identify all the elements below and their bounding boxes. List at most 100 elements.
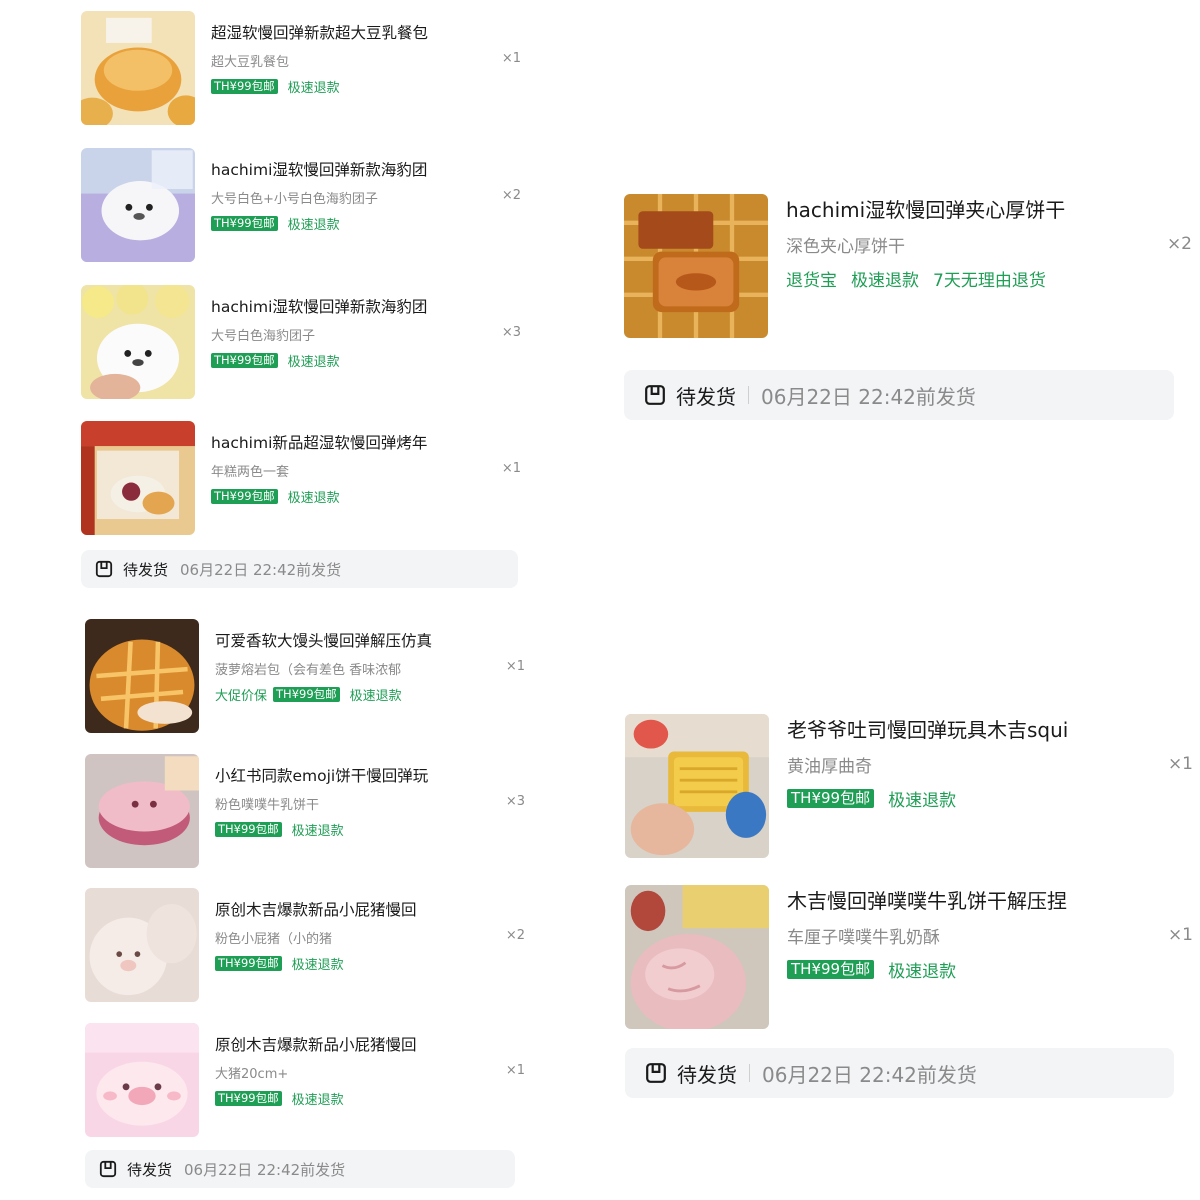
product-variant: 年糕两色一套	[211, 465, 290, 480]
fast-refund-tag: 极速退款	[287, 491, 340, 506]
product-title[interactable]: hachimi新品超湿软慢回弹烤年	[211, 431, 427, 453]
product-title[interactable]: 小红书同款emoji饼干慢回弹玩	[215, 764, 428, 786]
product-title[interactable]: 可爱香软大馒头慢回弹解压仿真	[215, 629, 432, 651]
product-title[interactable]: 木吉慢回弹噗噗牛乳饼干解压捏	[787, 885, 1067, 914]
divider	[748, 386, 749, 404]
package-box-icon	[95, 560, 113, 578]
product-quantity: ×3	[501, 325, 521, 340]
product-quantity: ×2	[501, 188, 521, 203]
free-shipping-badge: TH¥99包邮	[215, 821, 282, 838]
product-variant: 粉色小屁猪（小的猪	[215, 932, 333, 947]
product-item[interactable]: 可爱香软大馒头慢回弹解压仿真 菠萝熔岩包（会有差色 香味浓郁 ×1 大促价保 T…	[85, 619, 525, 733]
order-card: 超湿软慢回弹新款超大豆乳餐包 超大豆乳餐包 ×1 TH¥99包邮 极速退款 ha…	[70, 0, 540, 600]
product-thumbnail[interactable]	[85, 1023, 199, 1137]
fast-refund-tag: 极速退款	[291, 824, 344, 839]
product-variant: 超大豆乳餐包	[211, 55, 290, 70]
product-item[interactable]: hachimi湿软慢回弹新款海豹团 大号白色+小号白色海豹团子 ×2 TH¥99…	[81, 148, 521, 262]
product-title[interactable]: 原创木吉爆款新品小屁猪慢回	[215, 1033, 417, 1055]
package-box-icon	[645, 1062, 667, 1084]
product-title[interactable]: hachimi湿软慢回弹夹心厚饼干	[786, 194, 1065, 223]
price-protect-tag: 大促价保	[215, 689, 268, 704]
product-title[interactable]: hachimi湿软慢回弹新款海豹团	[211, 158, 427, 180]
free-shipping-badge: TH¥99包邮	[211, 352, 278, 369]
service-tags: TH¥99包邮 极速退款	[787, 957, 970, 982]
product-quantity: ×1	[1167, 754, 1193, 774]
product-item[interactable]: 原创木吉爆款新品小屁猪慢回 粉色小屁猪（小的猪 ×2 TH¥99包邮 极速退款	[85, 888, 525, 1002]
product-thumbnail[interactable]	[85, 754, 199, 868]
package-box-icon	[99, 1160, 117, 1178]
fast-refund-tag: 极速退款	[888, 962, 957, 982]
product-item[interactable]: 老爷爷吐司慢回弹玩具木吉squi 黄油厚曲奇 ×1 TH¥99包邮 极速退款	[625, 714, 1193, 858]
product-quantity: ×3	[505, 794, 525, 809]
product-variant: 大号白色海豹团子	[211, 329, 316, 344]
product-title[interactable]: 老爷爷吐司慢回弹玩具木吉squi	[787, 714, 1068, 743]
product-quantity: ×1	[505, 659, 525, 674]
fast-refund-tag: 极速退款	[287, 218, 340, 233]
service-tags: 退货宝 极速退款 7天无理由退货	[786, 266, 1060, 291]
divider	[749, 1064, 750, 1082]
product-thumbnail[interactable]	[81, 421, 195, 535]
product-thumbnail[interactable]	[624, 194, 768, 338]
product-thumbnail[interactable]	[81, 11, 195, 125]
fast-refund-tag: 极速退款	[287, 355, 340, 370]
product-variant: 粉色噗噗牛乳饼干	[215, 798, 320, 813]
product-variant: 菠萝熔岩包（会有差色 香味浓郁	[215, 663, 402, 678]
product-variant: 车厘子噗噗牛乳奶酥	[787, 928, 940, 948]
order-card: 可爱香软大馒头慢回弹解压仿真 菠萝熔岩包（会有差色 香味浓郁 ×1 大促价保 T…	[70, 600, 540, 1200]
order-status-bar[interactable]: 待发货 06月22日 22:42前发货	[625, 1048, 1174, 1098]
fast-refund-tag: 极速退款	[287, 81, 340, 96]
free-shipping-badge: TH¥99包邮	[215, 955, 282, 972]
fast-refund-tag: 极速退款	[851, 271, 919, 291]
product-item[interactable]: 原创木吉爆款新品小屁猪慢回 大猪20cm+ ×1 TH¥99包邮 极速退款	[85, 1023, 525, 1137]
product-item[interactable]: 木吉慢回弹噗噗牛乳饼干解压捏 车厘子噗噗牛乳奶酥 ×1 TH¥99包邮 极速退款	[625, 885, 1193, 1029]
product-variant: 大号白色+小号白色海豹团子	[211, 192, 378, 207]
service-tags: TH¥99包邮 极速退款	[211, 77, 352, 96]
free-shipping-badge: TH¥99包邮	[273, 686, 340, 703]
fast-refund-tag: 极速退款	[291, 958, 344, 973]
product-thumbnail[interactable]	[85, 888, 199, 1002]
product-thumbnail[interactable]	[81, 285, 195, 399]
fast-refund-tag: 极速退款	[291, 1093, 344, 1108]
product-quantity: ×1	[501, 461, 521, 476]
free-shipping-badge: TH¥99包邮	[215, 1090, 282, 1107]
service-tags: 大促价保 TH¥99包邮 极速退款	[215, 685, 414, 704]
product-thumbnail[interactable]	[625, 885, 769, 1029]
product-thumbnail[interactable]	[85, 619, 199, 733]
product-quantity: ×1	[501, 51, 521, 66]
return-insurance-tag: 退货宝	[786, 271, 837, 291]
status-label: 待发货	[123, 560, 169, 579]
product-thumbnail[interactable]	[81, 148, 195, 262]
product-item[interactable]: hachimi新品超湿软慢回弹烤年 年糕两色一套 ×1 TH¥99包邮 极速退款	[81, 421, 521, 535]
order-card: 老爷爷吐司慢回弹玩具木吉squi 黄油厚曲奇 ×1 TH¥99包邮 极速退款 木…	[606, 700, 1196, 1120]
product-item[interactable]: hachimi湿软慢回弹夹心厚饼干 深色夹心厚饼干 ×2 退货宝 极速退款 7天…	[624, 194, 1192, 338]
package-box-icon	[644, 384, 666, 406]
free-shipping-badge: TH¥99包邮	[787, 960, 875, 979]
service-tags: TH¥99包邮 极速退款	[215, 820, 356, 839]
order-status-bar[interactable]: 待发货 06月22日 22:42前发货	[81, 550, 518, 588]
service-tags: TH¥99包邮 极速退款	[215, 954, 356, 973]
free-shipping-badge: TH¥99包邮	[211, 78, 278, 95]
ship-deadline: 06月22日 22:42前发货	[761, 384, 976, 409]
free-shipping-badge: TH¥99包邮	[211, 488, 278, 505]
product-title[interactable]: 超湿软慢回弹新款超大豆乳餐包	[211, 21, 428, 43]
service-tags: TH¥99包邮 极速退款	[211, 214, 352, 233]
product-quantity: ×1	[1167, 925, 1193, 945]
fast-refund-tag: 极速退款	[888, 791, 957, 811]
ship-deadline: 06月22日 22:42前发货	[762, 1062, 977, 1087]
fast-refund-tag: 极速退款	[349, 689, 402, 704]
product-quantity: ×2	[505, 928, 525, 943]
product-thumbnail[interactable]	[625, 714, 769, 858]
free-shipping-badge: TH¥99包邮	[787, 789, 875, 808]
product-title[interactable]: 原创木吉爆款新品小屁猪慢回	[215, 898, 417, 920]
product-quantity: ×1	[505, 1063, 525, 1078]
product-variant: 深色夹心厚饼干	[786, 237, 905, 257]
product-item[interactable]: 小红书同款emoji饼干慢回弹玩 粉色噗噗牛乳饼干 ×3 TH¥99包邮 极速退…	[85, 754, 525, 868]
status-label: 待发货	[676, 384, 736, 409]
order-status-bar[interactable]: 待发货 06月22日 22:42前发货	[624, 370, 1174, 420]
order-status-bar[interactable]: 待发货 06月22日 22:42前发货	[85, 1150, 515, 1188]
product-title[interactable]: hachimi湿软慢回弹新款海豹团	[211, 295, 427, 317]
ship-deadline: 06月22日 22:42前发货	[180, 560, 342, 579]
service-tags: TH¥99包邮 极速退款	[787, 786, 970, 811]
product-item[interactable]: 超湿软慢回弹新款超大豆乳餐包 超大豆乳餐包 ×1 TH¥99包邮 极速退款	[81, 11, 521, 125]
product-item[interactable]: hachimi湿软慢回弹新款海豹团 大号白色海豹团子 ×3 TH¥99包邮 极速…	[81, 285, 521, 399]
